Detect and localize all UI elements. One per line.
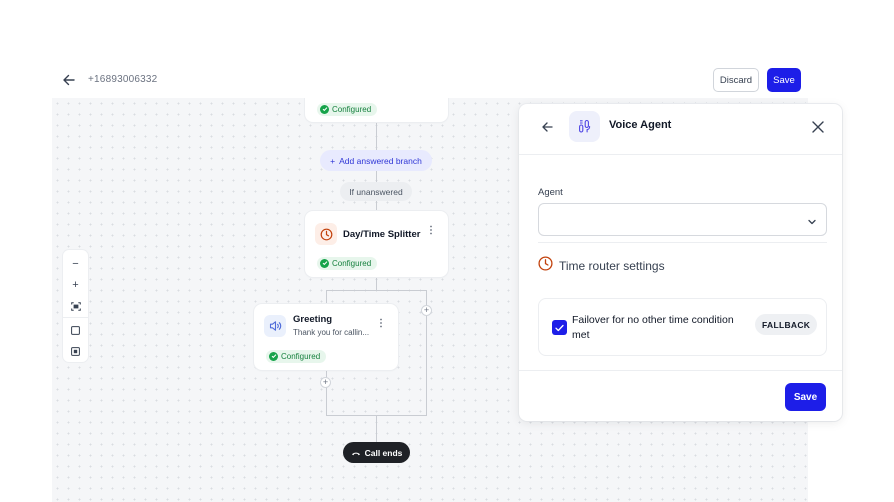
connector-line — [326, 290, 327, 304]
minimap-icon[interactable] — [63, 341, 88, 361]
more-options-icon[interactable] — [429, 222, 433, 240]
agent-label: Agent — [538, 187, 563, 198]
voice-agent-icon — [569, 111, 600, 142]
chevron-down-icon — [807, 214, 817, 232]
connector-line — [376, 415, 377, 442]
phone-number: +16893006332 — [88, 74, 158, 85]
add-step-button[interactable]: + — [320, 377, 331, 388]
failover-checkbox[interactable] — [552, 320, 567, 335]
select-box-icon[interactable] — [63, 320, 88, 340]
close-icon[interactable] — [809, 118, 827, 136]
panel-save-button[interactable]: Save — [785, 383, 826, 411]
voice-agent-panel: Voice Agent Agent Time router settings F… — [519, 104, 842, 421]
back-arrow-icon[interactable] — [60, 71, 78, 89]
connector-line — [376, 201, 377, 211]
connector-line — [376, 171, 377, 182]
connector-line — [326, 290, 427, 291]
connector-line — [376, 277, 377, 291]
section-title: Time router settings — [559, 259, 665, 273]
more-options-icon[interactable] — [379, 315, 383, 333]
status-badge: Configured — [317, 256, 378, 270]
speaker-icon — [264, 315, 286, 337]
node-title: Day/Time Splitter — [343, 229, 421, 240]
back-arrow-icon[interactable] — [539, 119, 555, 135]
zoom-controls: − + — [63, 250, 88, 362]
top-bar: +16893006332 Discard Save — [0, 0, 894, 98]
node-title: Greeting — [293, 314, 333, 325]
fit-view-icon[interactable] — [63, 296, 88, 316]
plus-icon: + — [330, 155, 336, 166]
call-ends-node[interactable]: Call ends — [343, 442, 410, 463]
zoom-in-button[interactable]: + — [63, 275, 88, 295]
fallback-badge: FALLBACK — [755, 314, 818, 335]
clock-icon — [538, 256, 553, 276]
panel-title: Voice Agent — [609, 119, 672, 131]
zoom-out-button[interactable]: − — [63, 254, 88, 274]
discard-button[interactable]: Discard — [713, 68, 759, 92]
add-answered-branch-button[interactable]: + Add answered branch — [320, 150, 432, 171]
add-step-button[interactable]: + — [421, 305, 432, 316]
connector-line — [376, 122, 377, 150]
status-badge: Configured — [266, 349, 327, 363]
check-icon — [269, 351, 278, 361]
status-badge: Configured — [317, 102, 378, 116]
if-unanswered-label: If unanswered — [340, 182, 412, 201]
check-icon — [320, 104, 329, 114]
day-time-splitter-node[interactable]: Day/Time Splitter Configured — [305, 211, 448, 277]
agent-select[interactable] — [538, 203, 827, 236]
panel-header: Voice Agent — [519, 104, 842, 155]
node-subtitle: Thank you for callin... — [293, 328, 370, 337]
greeting-node[interactable]: Greeting Thank you for callin... Configu… — [254, 304, 398, 370]
save-button[interactable]: Save — [767, 68, 801, 92]
clock-icon — [315, 223, 337, 245]
top-node[interactable]: Configured — [305, 98, 448, 122]
check-icon — [320, 258, 329, 268]
time-router-section: Time router settings — [538, 256, 665, 276]
add-branch-label: Add answered branch — [339, 155, 422, 166]
failover-label: Failover for no other time condition met — [572, 314, 734, 341]
failover-card: Failover for no other time condition met… — [538, 298, 827, 356]
phone-hangup-icon — [351, 448, 361, 458]
